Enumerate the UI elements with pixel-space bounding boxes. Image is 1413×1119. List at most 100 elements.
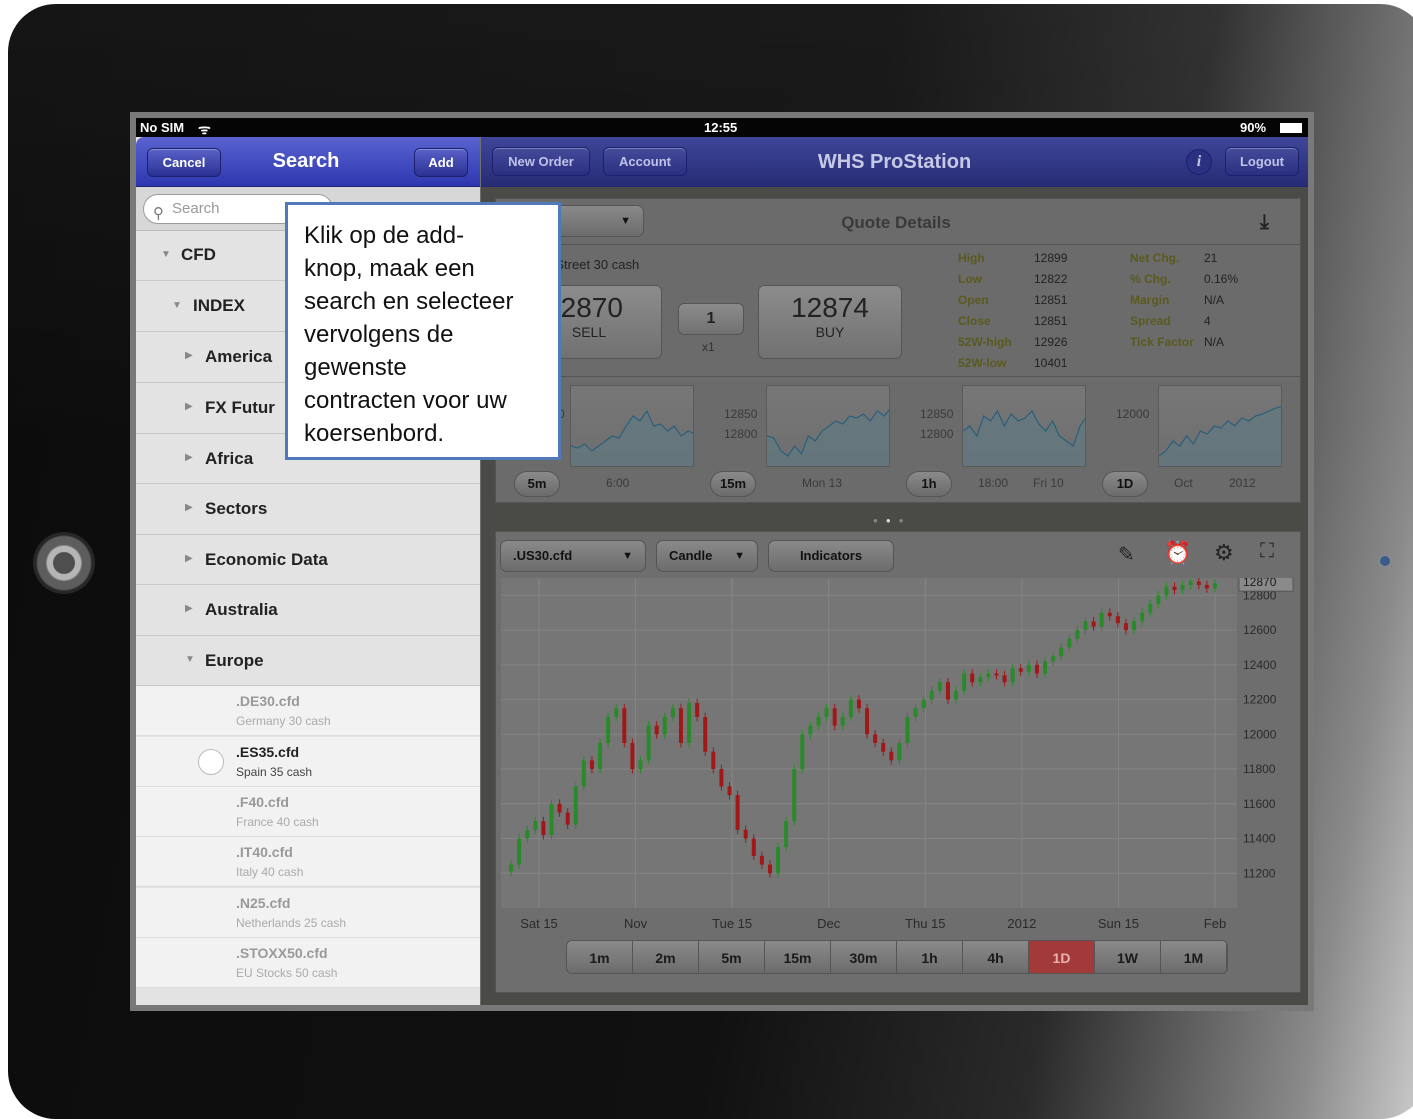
- quantity-stepper[interactable]: 1: [678, 303, 744, 335]
- chart-type-dropdown[interactable]: Candle ▼: [656, 540, 758, 572]
- info-icon[interactable]: i: [1186, 149, 1212, 175]
- timeframe-2m[interactable]: 2m: [633, 941, 699, 973]
- y-tick-label: 11400: [1243, 832, 1276, 846]
- candlestick-chart[interactable]: 1280012600124001220012000118001160011400…: [501, 578, 1295, 940]
- symbol-dropdown[interactable]: .US30.cfd ▼: [500, 540, 646, 572]
- stat-label: Low: [958, 272, 982, 286]
- tree-item-sectors[interactable]: ▶ Sectors: [136, 484, 480, 535]
- list-item[interactable]: .ES35.cfd Spain 35 cash: [136, 737, 480, 787]
- candle: [573, 782, 578, 829]
- add-button[interactable]: Add: [414, 148, 468, 177]
- buy-button[interactable]: 12874 BUY: [758, 285, 902, 359]
- tree-item-label: Economic Data: [205, 550, 328, 569]
- stat-label: Spread: [1130, 314, 1171, 328]
- mini-x-label: Fri 10: [1033, 476, 1064, 490]
- x-tick-label: 2012: [1007, 916, 1036, 931]
- mini-interval-button[interactable]: 15m: [710, 471, 756, 497]
- mini-interval-button[interactable]: 5m: [514, 471, 560, 497]
- download-icon[interactable]: ⤓: [1260, 211, 1269, 234]
- timeframe-30m[interactable]: 30m: [831, 941, 897, 973]
- mini-x-label: 2012: [1229, 476, 1256, 490]
- mini-chart[interactable]: [962, 385, 1086, 467]
- candle: [703, 712, 708, 757]
- search-placeholder: Search: [172, 200, 220, 217]
- tree-item-label: Africa: [205, 449, 254, 468]
- candle: [784, 816, 789, 852]
- item-description: Netherlands 25 cash: [236, 916, 347, 930]
- item-symbol: .F40.cfd: [236, 794, 289, 810]
- stat-label: Net Chg.: [1130, 251, 1180, 265]
- item-symbol: .STOXX50.cfd: [236, 945, 328, 961]
- candle: [735, 790, 740, 835]
- search-icon: ⚲: [153, 205, 164, 222]
- timeframe-5m[interactable]: 5m: [699, 941, 765, 973]
- candle: [598, 738, 603, 774]
- indicators-button[interactable]: Indicators: [768, 540, 894, 572]
- candle: [865, 703, 870, 739]
- candle: [581, 756, 586, 791]
- tree-item-economic-data[interactable]: ▶ Economic Data: [136, 535, 480, 585]
- mini-chart[interactable]: [1158, 385, 1282, 467]
- y-tick-label: 12400: [1243, 658, 1277, 672]
- carrier-label: No SIM: [140, 120, 185, 135]
- tree-item-europe[interactable]: ▼ Europe: [136, 636, 480, 686]
- x-tick-label: Nov: [624, 916, 648, 931]
- chevron-down-icon: ▼: [172, 300, 182, 311]
- alarm-icon[interactable]: ⏰: [1164, 540, 1191, 566]
- stat-label: 52W-high: [958, 335, 1012, 349]
- list-item[interactable]: .IT40.cfd Italy 40 cash: [136, 837, 480, 887]
- quote-details-panel: fd ▼ Quote Details ⤓ ll Street 30 cash 1…: [486, 198, 1301, 503]
- timeframe-1m[interactable]: 1M: [1161, 941, 1227, 973]
- timeframe-15m[interactable]: 15m: [765, 941, 831, 973]
- multiplier-label: x1: [702, 340, 715, 354]
- search-navbar: Cancel Search Add: [136, 137, 480, 187]
- timeframe-4h[interactable]: 4h: [963, 941, 1029, 973]
- item-symbol: .ES35.cfd: [236, 744, 300, 760]
- tree-item-label: Sectors: [205, 499, 268, 518]
- main-panel: New Order Account WHS ProStation i Logou…: [481, 137, 1308, 1005]
- chevron-right-icon: ▶: [185, 401, 193, 412]
- chart-panel: .US30.cfd ▼ Candle ▼ Indicators ✎ ⏰ ⚙ ⛶ …: [495, 531, 1301, 993]
- mini-interval-button[interactable]: 1D: [1102, 471, 1148, 497]
- stat-value: 12851: [1034, 293, 1068, 307]
- item-description: Germany 30 cash: [236, 714, 331, 728]
- timeframe-1m[interactable]: 1m: [567, 941, 633, 973]
- y-tick-label: 12600: [1243, 623, 1277, 637]
- y-tick-label: 12000: [1243, 727, 1277, 741]
- gear-icon[interactable]: ⚙: [1214, 540, 1234, 566]
- candle: [678, 703, 683, 748]
- x-tick-label: Dec: [817, 916, 841, 931]
- list-item[interactable]: .F40.cfd France 40 cash: [136, 787, 480, 837]
- account-button[interactable]: Account: [603, 147, 687, 176]
- timeframe-1w[interactable]: 1W: [1095, 941, 1161, 973]
- candle: [606, 712, 611, 748]
- mini-chart[interactable]: [570, 385, 694, 467]
- mini-x-label: 18:00: [978, 476, 1009, 490]
- y-tick-label: 12200: [1243, 693, 1277, 707]
- buy-label: BUY: [815, 324, 845, 340]
- list-item[interactable]: .N25.cfd Netherlands 25 cash: [136, 888, 480, 938]
- timeframe-1d[interactable]: 1D: [1029, 941, 1095, 973]
- item-description: France 40 cash: [236, 815, 319, 829]
- list-item[interactable]: .STOXX50.cfd EU Stocks 50 cash: [136, 938, 480, 988]
- home-button[interactable]: [33, 532, 95, 594]
- pencil-icon[interactable]: ✎: [1118, 542, 1135, 567]
- candle: [800, 729, 805, 774]
- mini-interval-button[interactable]: 1h: [906, 471, 952, 497]
- mini-chart[interactable]: [766, 385, 890, 467]
- symbol-label: .US30.cfd: [513, 548, 573, 563]
- stat-label: Close: [958, 314, 991, 328]
- fullscreen-icon[interactable]: ⛶: [1260, 540, 1274, 563]
- mini-tick: 12800: [920, 427, 954, 441]
- chevron-down-icon: ▼: [161, 249, 171, 260]
- select-radio[interactable]: [198, 749, 224, 775]
- logout-button[interactable]: Logout: [1225, 147, 1299, 176]
- cancel-button[interactable]: Cancel: [147, 148, 221, 177]
- list-item[interactable]: .DE30.cfd Germany 30 cash: [136, 686, 480, 736]
- timeframe-1h[interactable]: 1h: [897, 941, 963, 973]
- new-order-button[interactable]: New Order: [492, 147, 590, 176]
- mini-tick: 12800: [724, 427, 758, 441]
- chevron-down-icon: ▼: [622, 550, 633, 562]
- tree-item-australia[interactable]: ▶ Australia: [136, 585, 480, 636]
- stat-label: Open: [958, 293, 989, 307]
